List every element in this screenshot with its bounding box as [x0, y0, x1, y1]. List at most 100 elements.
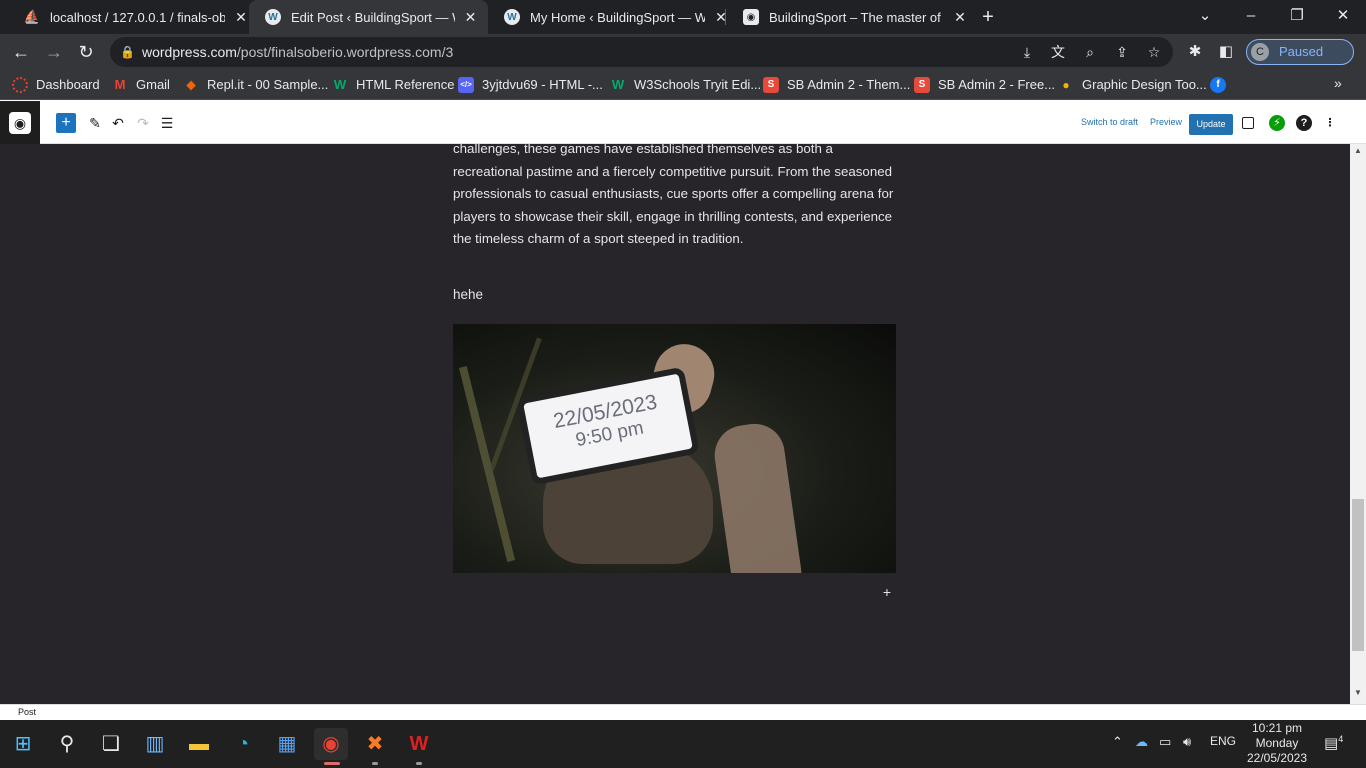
- image-block[interactable]: 22/05/2023 9:50 pm: [453, 324, 896, 573]
- scrollbar-thumb[interactable]: [1352, 499, 1364, 651]
- bookmark-facebook[interactable]: f: [1210, 75, 1234, 95]
- tab-my-home[interactable]: W My Home ‹ BuildingSport — Wor ✕: [488, 0, 739, 34]
- jetpack-icon[interactable]: ⚡: [1269, 115, 1285, 131]
- widgets-icon[interactable]: ▥: [138, 728, 172, 760]
- edge-icon[interactable]: ◔: [226, 728, 260, 760]
- avatar: C: [1251, 43, 1269, 61]
- bookmark-w3schools-tryit[interactable]: W W3Schools Tryit Edi...: [610, 75, 761, 95]
- task-view-icon[interactable]: ❏: [94, 728, 128, 760]
- paragraph-block[interactable]: challenges, these games have established…: [453, 144, 903, 251]
- bookmark-replit[interactable]: ⬥ Repl.it - 00 Sample...: [183, 75, 328, 95]
- phpmyadmin-icon: ⛵: [23, 9, 41, 24]
- translate-icon[interactable]: 文: [1047, 37, 1069, 67]
- file-explorer-icon[interactable]: ▬: [182, 728, 216, 760]
- browser-toolbar: ← → ↻ 🔒 wordpress.com/post/finalsoberio.…: [0, 34, 1366, 70]
- xampp-running-indicator: [372, 762, 378, 765]
- list-view-icon[interactable]: ☰: [157, 113, 177, 133]
- pencil-icon[interactable]: ✎: [85, 113, 105, 133]
- window-close-icon[interactable]: ✕: [1320, 0, 1366, 34]
- tab-separator: [725, 9, 726, 25]
- switch-to-draft-button[interactable]: Switch to draft: [1081, 117, 1138, 127]
- profile-button[interactable]: C Paused: [1246, 39, 1354, 65]
- clock[interactable]: 10:21 pm Monday 22/05/2023: [1242, 721, 1312, 766]
- search-icon[interactable]: ⚲: [50, 728, 84, 760]
- lock-icon: 🔒: [120, 45, 135, 59]
- update-button[interactable]: Update: [1189, 114, 1233, 135]
- gmail-icon: M: [114, 77, 126, 92]
- w3-icon: W: [611, 77, 625, 92]
- battery-icon[interactable]: ▭: [1159, 734, 1171, 750]
- tab-title: localhost / 127.0.0.1 / finals-ober: [50, 9, 225, 25]
- sb-icon: S: [763, 77, 779, 93]
- minimize-icon[interactable]: –: [1228, 0, 1274, 34]
- wps-running-indicator: [416, 762, 422, 765]
- clock-date: 22/05/2023: [1246, 751, 1308, 765]
- bookmark-3yjtdvu69[interactable]: </> 3yjtdvu69 - HTML -...: [458, 75, 603, 95]
- side-panel-icon[interactable]: ◧: [1214, 40, 1238, 64]
- volume-icon[interactable]: 🔊︎: [1183, 734, 1191, 750]
- settings-panel-icon[interactable]: [1242, 117, 1254, 129]
- close-icon[interactable]: ✕: [952, 9, 968, 26]
- address-bar[interactable]: 🔒 wordpress.com/post/finalsoberio.wordpr…: [110, 37, 1173, 67]
- install-icon[interactable]: ⤓: [1016, 37, 1038, 67]
- close-icon[interactable]: ✕: [233, 9, 249, 26]
- wordpress-icon: W: [504, 9, 520, 25]
- wps-office-icon[interactable]: W: [402, 728, 436, 760]
- site-icon: ◉: [9, 111, 31, 134]
- tab-title: BuildingSport – The master of yo: [769, 9, 944, 25]
- more-bookmarks-icon[interactable]: »: [1334, 75, 1342, 91]
- bookmark-sb-admin-theme[interactable]: S SB Admin 2 - Them...: [763, 75, 910, 95]
- editor-footer: Post: [0, 704, 1366, 720]
- restore-icon[interactable]: ❐: [1274, 0, 1320, 34]
- share-icon[interactable]: ⇪: [1111, 37, 1133, 67]
- design-icon: ●: [1062, 78, 1070, 92]
- help-icon[interactable]: ?: [1296, 115, 1312, 131]
- bookmark-star-icon[interactable]: ☆: [1143, 37, 1165, 67]
- zoom-icon[interactable]: ⌕: [1079, 37, 1101, 67]
- undo-icon[interactable]: ↶: [108, 113, 128, 133]
- tab-buildingsport[interactable]: ◉ BuildingSport – The master of yo ✕: [727, 0, 978, 34]
- tab-title: My Home ‹ BuildingSport — Wor: [530, 9, 705, 25]
- dashboard-icon: [12, 77, 28, 93]
- scroll-down-icon[interactable]: ▼: [1350, 688, 1366, 697]
- store-icon[interactable]: ▦: [270, 728, 304, 760]
- bookmark-gmail[interactable]: M Gmail: [112, 75, 170, 95]
- site-icon: ◉: [743, 9, 759, 25]
- back-icon[interactable]: ←: [9, 40, 33, 64]
- options-menu-icon[interactable]: ⋮: [1322, 115, 1338, 131]
- scroll-up-icon[interactable]: ▲: [1350, 146, 1366, 155]
- photo-arm: [710, 420, 806, 573]
- new-tab-button[interactable]: +: [976, 5, 1000, 29]
- block-inserter-button[interactable]: +: [56, 113, 76, 133]
- onedrive-icon[interactable]: ☁: [1135, 734, 1148, 750]
- start-icon[interactable]: ⊞: [6, 728, 40, 760]
- add-block-icon[interactable]: +: [880, 585, 894, 599]
- bookmark-dashboard[interactable]: Dashboard: [12, 75, 100, 95]
- facebook-icon: f: [1210, 77, 1226, 93]
- reload-icon[interactable]: ↻: [74, 40, 98, 64]
- tab-edit-post[interactable]: W Edit Post ‹ BuildingSport — Word ✕: [249, 0, 488, 34]
- scrollbar[interactable]: ▲ ▼: [1350, 144, 1366, 704]
- bookmark-html-reference[interactable]: W HTML Reference: [332, 75, 455, 95]
- site-logo-button[interactable]: ◉: [0, 101, 40, 144]
- bookmark-graphic-design[interactable]: ● Graphic Design Too...: [1058, 75, 1206, 95]
- notification-count: 4: [1338, 734, 1344, 744]
- preview-button[interactable]: Preview: [1150, 117, 1182, 127]
- replit-icon: ⬥: [186, 77, 196, 92]
- address-url: wordpress.com/post/finalsoberio.wordpres…: [142, 44, 454, 60]
- xampp-icon[interactable]: ✖: [358, 728, 392, 760]
- bookmark-sb-admin-free[interactable]: S SB Admin 2 - Free...: [914, 75, 1055, 95]
- chrome-icon[interactable]: ◉: [314, 728, 348, 760]
- notification-icon[interactable]: ▤4: [1324, 734, 1346, 754]
- language-indicator[interactable]: ENG: [1210, 734, 1236, 748]
- show-hidden-icons-icon[interactable]: ⌃: [1112, 734, 1123, 750]
- redo-icon[interactable]: ↷: [133, 113, 153, 133]
- breadcrumb[interactable]: Post: [18, 707, 36, 717]
- tab-localhost[interactable]: ⛵ localhost / 127.0.0.1 / finals-ober ✕: [8, 0, 259, 34]
- tab-search-icon[interactable]: ⌄: [1182, 0, 1228, 34]
- w3-icon: W: [333, 77, 347, 92]
- extensions-icon[interactable]: ✱: [1183, 40, 1207, 64]
- paragraph-block-short[interactable]: hehe: [453, 287, 483, 302]
- forward-icon[interactable]: →: [42, 40, 66, 64]
- close-icon[interactable]: ✕: [463, 9, 478, 26]
